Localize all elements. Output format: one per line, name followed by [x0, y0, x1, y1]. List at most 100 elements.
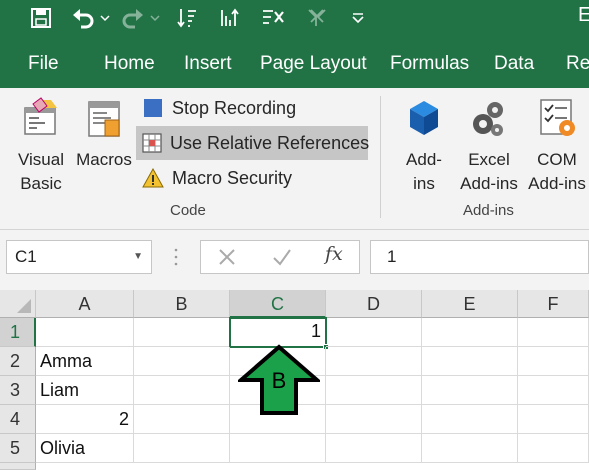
add-ins-button[interactable]: Add- ins — [394, 88, 454, 196]
stop-icon — [142, 97, 164, 119]
cell-a1[interactable] — [36, 318, 134, 347]
sort-desc-icon[interactable] — [215, 0, 245, 36]
row-header-5[interactable]: 5 — [0, 434, 36, 463]
row-header-1[interactable]: 1 — [0, 318, 36, 347]
column-header-c[interactable]: C — [230, 290, 326, 318]
cell-e3[interactable] — [422, 376, 518, 405]
excel-add-ins-label-line2: Add-ins — [460, 174, 518, 193]
row-header-2[interactable]: 2 — [0, 347, 36, 376]
worksheet-grid: A B C D E F 1 1 2 Amma 3 Liam 4 2 5 Oliv… — [0, 290, 589, 470]
tab-formulas[interactable]: Formulas — [390, 36, 469, 88]
save-icon[interactable] — [26, 0, 56, 36]
annotation-arrow-up-icon: B — [235, 344, 323, 416]
undo-icon[interactable] — [68, 0, 98, 36]
tab-file[interactable]: File — [28, 36, 59, 88]
cell-d4[interactable] — [326, 405, 422, 434]
name-box-value: C1 — [15, 247, 37, 266]
use-relative-references-button[interactable]: Use Relative References — [136, 126, 370, 160]
row-header-4[interactable]: 4 — [0, 405, 36, 434]
cell-f5[interactable] — [518, 434, 589, 463]
row-header-6[interactable] — [0, 463, 36, 470]
ribbon-tabs: File Home Insert Page Layout Formulas Da… — [0, 36, 589, 88]
cell-e5[interactable] — [422, 434, 518, 463]
chevron-down-icon[interactable]: ▼ — [133, 241, 143, 273]
cell-a5[interactable]: Olivia — [36, 434, 134, 463]
visual-basic-icon — [10, 88, 72, 148]
relative-references-icon — [142, 132, 162, 154]
add-ins-label-line1: Add- — [406, 150, 442, 169]
visual-basic-label-line2: Basic — [20, 174, 62, 193]
excel-add-ins-button[interactable]: Excel Add-ins — [456, 88, 522, 196]
undo-dropdown-icon[interactable] — [98, 0, 112, 36]
formula-input[interactable]: 1 — [370, 240, 589, 274]
formula-bar: C1 ▼ fx 1 — [0, 230, 589, 290]
cell-b2[interactable] — [134, 347, 230, 376]
ribbon-developer: Visual Basic Macros Stop Recording Use R… — [0, 88, 589, 230]
cell-b3[interactable] — [134, 376, 230, 405]
macros-button[interactable]: Macros — [74, 88, 134, 172]
cell-e1[interactable] — [422, 318, 518, 347]
filter-icon[interactable] — [302, 0, 332, 36]
tab-review[interactable]: Rev — [566, 36, 589, 88]
confirm-entry-icon[interactable] — [271, 247, 293, 272]
code-group-label: Code — [170, 202, 206, 219]
column-header-e[interactable]: E — [422, 290, 518, 318]
excel-add-ins-icon — [456, 88, 522, 148]
formula-buttons: fx — [200, 240, 360, 274]
macros-label: Macros — [76, 150, 132, 169]
cell-d5[interactable] — [326, 434, 422, 463]
cell-b4[interactable] — [134, 405, 230, 434]
stop-recording-button[interactable]: Stop Recording — [140, 91, 302, 125]
cell-f3[interactable] — [518, 376, 589, 405]
warning-icon — [142, 167, 164, 189]
cell-a2[interactable]: Amma — [36, 347, 134, 376]
customize-qat-icon[interactable] — [346, 0, 370, 36]
column-header-a[interactable]: A — [36, 290, 134, 318]
tab-data[interactable]: Data — [494, 36, 534, 88]
cell-a4[interactable]: 2 — [36, 405, 134, 434]
cell-f1[interactable] — [518, 318, 589, 347]
quick-access-toolbar: E — [0, 0, 589, 36]
cell-e2[interactable] — [422, 347, 518, 376]
sort-asc-icon[interactable] — [172, 0, 202, 36]
formula-value: 1 — [387, 247, 397, 266]
cell-d3[interactable] — [326, 376, 422, 405]
add-ins-group-label: Add-ins — [463, 202, 514, 219]
cancel-entry-icon[interactable] — [217, 247, 237, 272]
tab-page-layout[interactable]: Page Layout — [260, 36, 367, 88]
visual-basic-button[interactable]: Visual Basic — [10, 88, 72, 196]
cell-b1[interactable] — [134, 318, 230, 347]
clear-filter-icon[interactable] — [258, 0, 288, 36]
com-add-ins-button[interactable]: COM Add-ins — [524, 88, 589, 196]
stop-recording-label: Stop Recording — [172, 97, 297, 118]
cell-f4[interactable] — [518, 405, 589, 434]
cell-e4[interactable] — [422, 405, 518, 434]
row-header-3[interactable]: 3 — [0, 376, 36, 405]
cell-d2[interactable] — [326, 347, 422, 376]
redo-icon[interactable] — [118, 0, 148, 36]
annotation-label: B — [271, 368, 287, 393]
window-title: E — [578, 4, 589, 26]
tab-home[interactable]: Home — [104, 36, 155, 88]
cell-a3[interactable]: Liam — [36, 376, 134, 405]
add-ins-icon — [394, 88, 454, 148]
com-add-ins-label-line2: Add-ins — [528, 174, 586, 193]
com-add-ins-label-line1: COM — [537, 150, 577, 169]
macros-icon — [74, 88, 134, 148]
column-header-d[interactable]: D — [326, 290, 422, 318]
column-header-b[interactable]: B — [134, 290, 230, 318]
cell-c5[interactable] — [230, 434, 326, 463]
cell-f2[interactable] — [518, 347, 589, 376]
cell-d1[interactable] — [326, 318, 422, 347]
com-add-ins-icon — [524, 88, 589, 148]
tab-insert[interactable]: Insert — [184, 36, 232, 88]
redo-dropdown-icon[interactable] — [148, 0, 162, 36]
use-relative-references-label: Use Relative References — [170, 132, 370, 153]
select-all-corner[interactable] — [0, 290, 36, 318]
name-box[interactable]: C1 ▼ — [6, 240, 152, 274]
add-ins-label-line2: ins — [413, 174, 435, 193]
macro-security-button[interactable]: Macro Security — [140, 161, 298, 195]
column-header-f[interactable]: F — [518, 290, 589, 318]
insert-function-button[interactable]: fx — [325, 243, 343, 265]
cell-b5[interactable] — [134, 434, 230, 463]
